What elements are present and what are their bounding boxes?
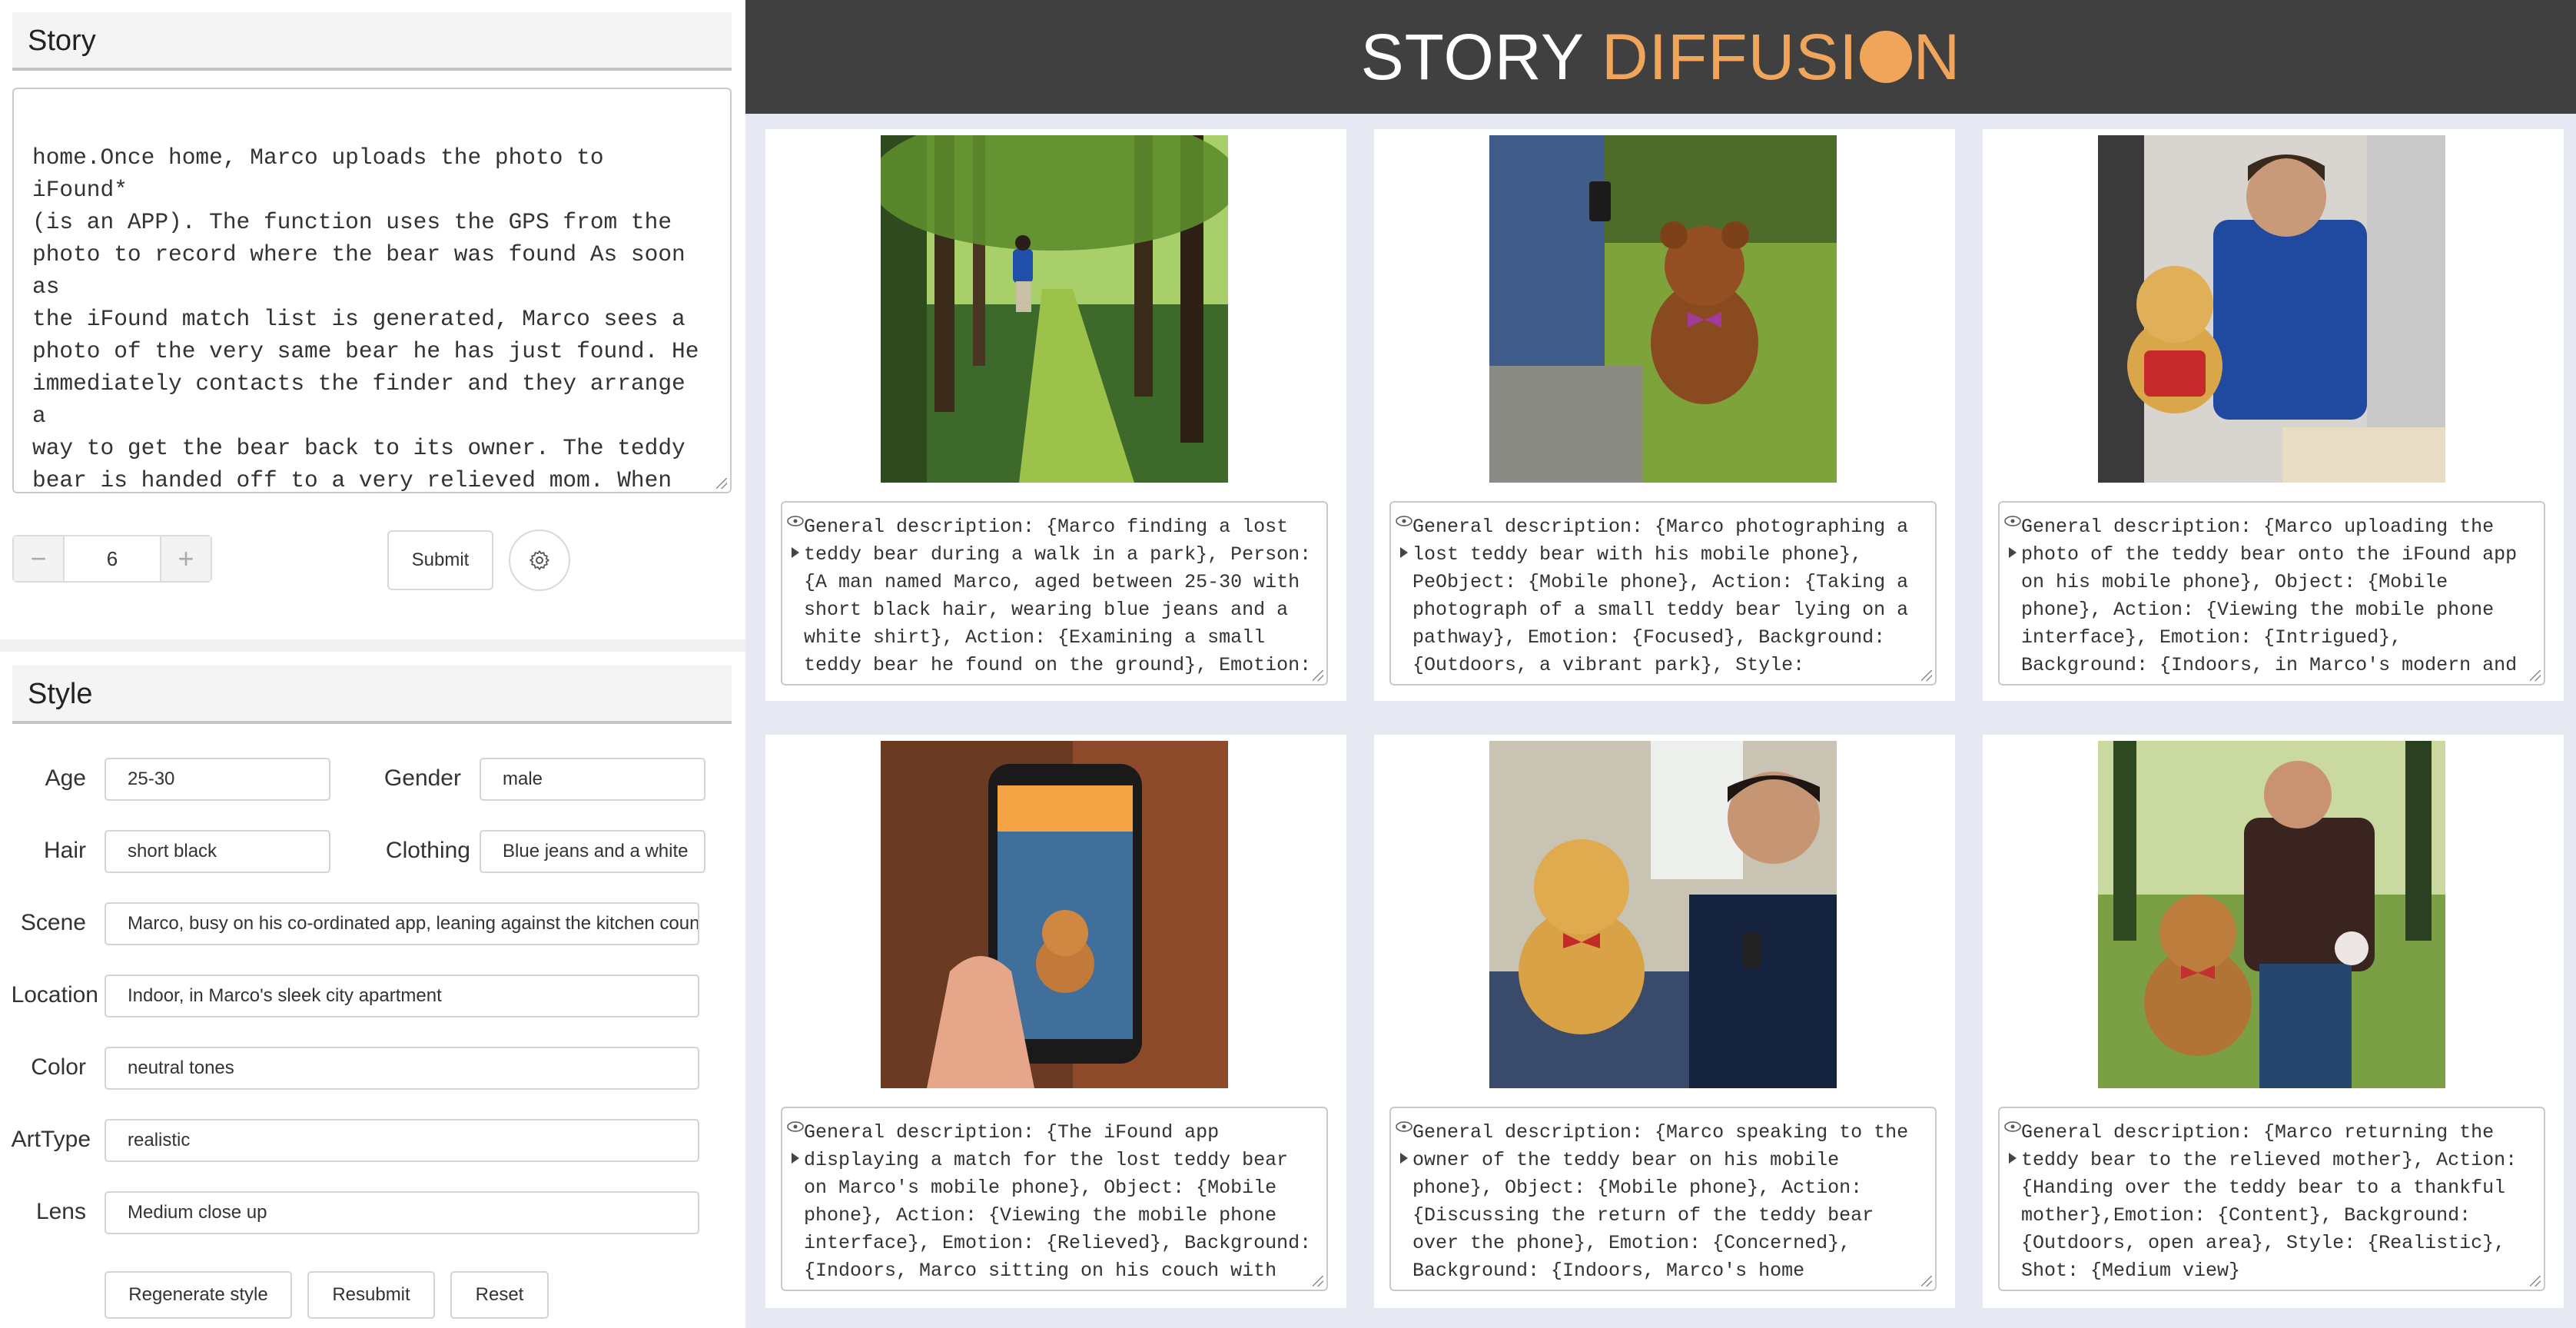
eye-icon bbox=[1396, 516, 1412, 526]
expand-arrow-icon[interactable] bbox=[792, 1153, 799, 1164]
panel-description-text-6: General description: {Marco returning th… bbox=[2021, 1121, 2518, 1282]
panel-image-6[interactable] bbox=[2098, 741, 2445, 1088]
banner-title-end: N bbox=[1913, 20, 1961, 93]
panel-description-2[interactable]: General description: {Marco photographin… bbox=[1389, 501, 1937, 686]
submit-button[interactable]: Submit bbox=[387, 530, 493, 590]
panel-description-text-2: General description: {Marco photographin… bbox=[1412, 516, 1909, 676]
hair-label: Hair bbox=[43, 838, 86, 863]
resize-handle-icon[interactable] bbox=[2530, 670, 2541, 681]
lens-field[interactable]: Medium close up bbox=[105, 1191, 699, 1234]
eye-icon bbox=[1396, 1121, 1412, 1132]
clothing-label: Clothing bbox=[385, 838, 470, 863]
panel-count-stepper[interactable]: − 6 + bbox=[12, 535, 212, 583]
story-panel-1: General description: {Marco finding a lo… bbox=[765, 129, 1346, 701]
gear-icon bbox=[529, 550, 549, 570]
reset-button[interactable]: Reset bbox=[450, 1271, 549, 1319]
color-field[interactable]: neutral tones bbox=[105, 1047, 699, 1090]
panel-description-text-3: General description: {Marco uploading th… bbox=[2021, 516, 2518, 684]
location-label: Location bbox=[11, 982, 98, 1008]
story-panel-2: General description: {Marco photographin… bbox=[1374, 129, 1955, 701]
panel-image-3[interactable] bbox=[2098, 135, 2445, 483]
story-text-content: home.Once home, Marco uploads the photo … bbox=[32, 144, 699, 493]
arttype-field[interactable]: realistic bbox=[105, 1119, 699, 1162]
eye-icon bbox=[2004, 516, 2021, 526]
eye-icon bbox=[787, 516, 804, 526]
gender-field[interactable]: male bbox=[480, 758, 705, 801]
expand-arrow-icon[interactable] bbox=[1400, 547, 1408, 558]
panel-description-4[interactable]: General description: {The iFound app dis… bbox=[781, 1107, 1328, 1291]
settings-button[interactable] bbox=[509, 530, 570, 591]
panel-description-5[interactable]: General description: {Marco speaking to … bbox=[1389, 1107, 1937, 1291]
panel-image-4[interactable] bbox=[881, 741, 1228, 1088]
gallery-panel: STORY DIFFUSI N General description: {Ma… bbox=[745, 0, 2576, 1328]
panel-description-1[interactable]: General description: {Marco finding a lo… bbox=[781, 501, 1328, 686]
story-panel-5: General description: {Marco speaking to … bbox=[1374, 735, 1955, 1308]
story-panel-6: General description: {Marco returning th… bbox=[1983, 735, 2564, 1308]
panel-description-text-5: General description: {Marco speaking to … bbox=[1412, 1121, 1909, 1290]
increment-button[interactable]: + bbox=[161, 536, 211, 581]
story-textarea[interactable]: home.Once home, Marco uploads the photo … bbox=[12, 88, 732, 493]
decrement-button[interactable]: − bbox=[14, 536, 63, 581]
resize-handle-icon[interactable] bbox=[716, 478, 727, 489]
resubmit-button[interactable]: Resubmit bbox=[307, 1271, 435, 1319]
panel-image-2[interactable] bbox=[1489, 135, 1837, 483]
clothing-field[interactable]: Blue jeans and a white bbox=[480, 830, 705, 873]
banner-title-story: STORY bbox=[1360, 20, 1585, 93]
eye-icon bbox=[2004, 1121, 2021, 1132]
story-section-title: Story bbox=[12, 12, 732, 71]
panel-count-value[interactable]: 6 bbox=[63, 536, 161, 581]
hair-field[interactable]: short black bbox=[105, 830, 330, 873]
color-label: Color bbox=[31, 1054, 86, 1080]
arttype-label: ArtType bbox=[11, 1127, 91, 1152]
resize-handle-icon[interactable] bbox=[1921, 670, 1932, 681]
scene-label: Scene bbox=[20, 910, 86, 935]
scene-field[interactable]: Marco, busy on his co-ordinated app, lea… bbox=[105, 902, 699, 945]
panel-description-3[interactable]: General description: {Marco uploading th… bbox=[1998, 501, 2545, 686]
expand-arrow-icon[interactable] bbox=[2009, 547, 2017, 558]
banner-o-dot bbox=[1859, 31, 1912, 83]
location-field[interactable]: Indoor, in Marco's sleek city apartment bbox=[105, 974, 699, 1018]
expand-arrow-icon[interactable] bbox=[792, 547, 799, 558]
panel-image-5[interactable] bbox=[1489, 741, 1837, 1088]
regenerate-style-button[interactable]: Regenerate style bbox=[105, 1271, 292, 1319]
expand-arrow-icon[interactable] bbox=[2009, 1153, 2017, 1164]
resize-handle-icon[interactable] bbox=[1313, 670, 1323, 681]
panel-image-1[interactable] bbox=[881, 135, 1228, 483]
section-divider bbox=[0, 639, 745, 652]
panel-description-text-1: General description: {Marco finding a lo… bbox=[804, 516, 1312, 676]
expand-arrow-icon[interactable] bbox=[1400, 1153, 1408, 1164]
story-panel-3: General description: {Marco uploading th… bbox=[1983, 129, 2564, 701]
resize-handle-icon[interactable] bbox=[2530, 1276, 2541, 1286]
app-banner: STORY DIFFUSI N bbox=[745, 0, 2576, 114]
eye-icon bbox=[787, 1121, 804, 1132]
gender-label: Gender bbox=[383, 765, 461, 791]
resize-handle-icon[interactable] bbox=[1313, 1276, 1323, 1286]
style-section-title: Style bbox=[12, 666, 732, 724]
lens-label: Lens bbox=[35, 1199, 86, 1224]
left-panel: Story home.Once home, Marco uploads the … bbox=[0, 0, 745, 1328]
panel-description-text-4: General description: {The iFound app dis… bbox=[804, 1121, 1312, 1290]
panel-description-6[interactable]: General description: {Marco returning th… bbox=[1998, 1107, 2545, 1291]
age-label: Age bbox=[45, 765, 86, 791]
story-panel-4: General description: {The iFound app dis… bbox=[765, 735, 1346, 1308]
resize-handle-icon[interactable] bbox=[1921, 1276, 1932, 1286]
banner-title-diffusion: DIFFUSI bbox=[1602, 20, 1858, 93]
age-field[interactable]: 25-30 bbox=[105, 758, 330, 801]
